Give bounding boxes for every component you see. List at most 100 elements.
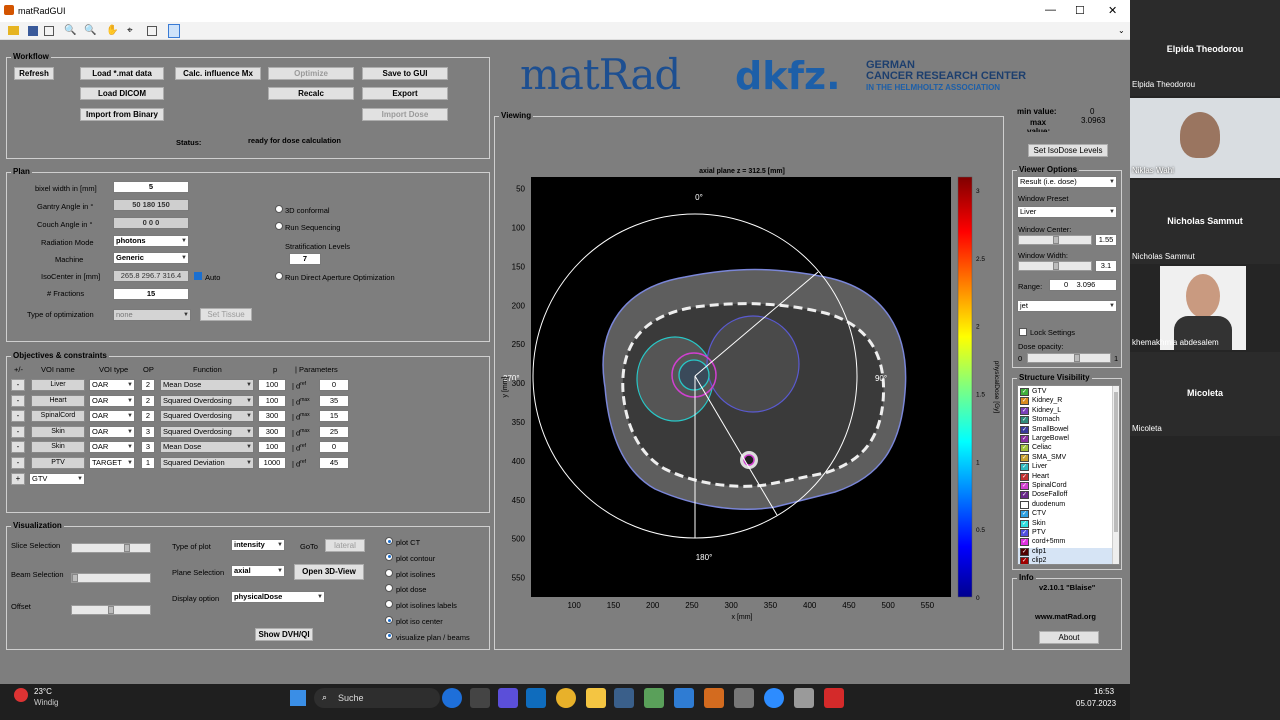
- bixel-input[interactable]: 5: [113, 181, 189, 193]
- structure-scrollbar-thumb[interactable]: [1114, 392, 1118, 532]
- dose-opacity-slider[interactable]: [1027, 353, 1111, 363]
- visualization-radio[interactable]: [385, 616, 393, 624]
- fractions-input[interactable]: 15: [113, 288, 189, 300]
- save-to-gui-button[interactable]: Save to GUI: [362, 67, 448, 80]
- start-icon[interactable]: [290, 690, 306, 706]
- display-option-select[interactable]: physicalDose ▼: [231, 591, 325, 603]
- window-width-slider[interactable]: [1018, 261, 1092, 271]
- sequencing-radio[interactable]: [275, 222, 283, 230]
- remove-objective-button[interactable]: -: [11, 425, 25, 438]
- auto-checkbox[interactable]: [194, 272, 202, 280]
- structure-checkbox[interactable]: ✓: [1020, 529, 1029, 537]
- objective-type-select[interactable]: OAR ▼: [89, 394, 135, 407]
- teams-icon[interactable]: [498, 688, 518, 708]
- window-preset-select[interactable]: Liver ▼: [1017, 206, 1117, 218]
- visualization-radio[interactable]: [385, 537, 393, 545]
- structure-checkbox[interactable]: ✓: [1020, 510, 1029, 519]
- couch-input[interactable]: 0 0 0: [113, 217, 189, 229]
- colormap-select[interactable]: jet ▼: [1017, 300, 1117, 312]
- calc-influence-button[interactable]: Calc. influence Mx: [175, 67, 261, 80]
- set-isodose-button[interactable]: Set IsoDose Levels: [1028, 144, 1108, 157]
- range-input[interactable]: 0 3.096: [1049, 279, 1117, 291]
- import-dose-button[interactable]: Import Dose: [362, 108, 448, 121]
- objective-op-input[interactable]: 3: [141, 425, 155, 438]
- type-plot-select[interactable]: intensity ▼: [231, 539, 285, 551]
- weather-icon[interactable]: [14, 688, 28, 702]
- structure-item[interactable]: ✓ clip1: [1018, 547, 1114, 557]
- zoom-in-icon[interactable]: 🔍: [64, 25, 76, 36]
- app-icon-1[interactable]: [614, 688, 634, 708]
- print-icon[interactable]: [44, 26, 54, 36]
- objective-p-input[interactable]: 300: [258, 425, 286, 438]
- objective-type-select[interactable]: TARGET ▼: [89, 456, 135, 469]
- set-tissue-button[interactable]: Set Tissue: [200, 308, 252, 321]
- dose-plot[interactable]: axial plane z = 312.5 [mm] 0° 90° 180° 2…: [495, 117, 1003, 649]
- window-icon[interactable]: [168, 24, 180, 38]
- structure-checkbox[interactable]: ✓: [1020, 500, 1029, 509]
- outlook-icon[interactable]: [526, 688, 546, 708]
- structure-checkbox[interactable]: ✓: [1020, 388, 1029, 396]
- structure-item[interactable]: ✓ SMA_SMV: [1018, 453, 1114, 463]
- objective-function-select[interactable]: Squared Deviation ▼: [160, 456, 254, 469]
- visualization-radio[interactable]: [385, 584, 393, 593]
- objective-op-input[interactable]: 2: [141, 410, 155, 422]
- vscode-icon[interactable]: [674, 688, 694, 708]
- daopt-radio[interactable]: [275, 272, 283, 280]
- structure-item[interactable]: ✓ Kidney_R: [1018, 397, 1114, 406]
- close-button[interactable]: ✕: [1108, 4, 1117, 17]
- offset-slider[interactable]: [71, 605, 151, 615]
- remove-objective-button[interactable]: -: [11, 456, 25, 469]
- about-button[interactable]: About: [1039, 631, 1099, 644]
- structure-item[interactable]: ✓ SmallBowel: [1018, 425, 1114, 435]
- structure-item[interactable]: ✓ DoseFalloff: [1018, 491, 1114, 500]
- export-button[interactable]: Export: [362, 87, 448, 100]
- window-center-knob[interactable]: [1053, 236, 1059, 244]
- structure-checkbox[interactable]: ✓: [1020, 547, 1029, 556]
- visualization-radio[interactable]: [385, 631, 393, 640]
- plane-select[interactable]: axial ▼: [231, 565, 285, 577]
- task-view-icon[interactable]: [470, 688, 490, 708]
- lock-settings-checkbox[interactable]: [1019, 328, 1027, 336]
- data-cursor-icon[interactable]: ⌖: [127, 25, 133, 36]
- structure-item[interactable]: ✓ GTV: [1018, 388, 1114, 397]
- acrobat-icon[interactable]: [824, 688, 844, 708]
- app-icon-4[interactable]: [794, 688, 814, 708]
- structure-item[interactable]: ✓ duodenum: [1018, 500, 1114, 510]
- structure-checkbox[interactable]: ✓: [1020, 463, 1029, 472]
- window-width-input[interactable]: 3.1: [1095, 260, 1117, 272]
- structure-checkbox[interactable]: ✓: [1020, 425, 1029, 434]
- objective-param-input[interactable]: 35: [319, 394, 349, 407]
- structure-checkbox[interactable]: ✓: [1020, 416, 1029, 425]
- structure-checkbox[interactable]: ✓: [1020, 482, 1029, 490]
- objective-param-input[interactable]: 15: [319, 410, 349, 422]
- beam-slider-knob[interactable]: [72, 574, 78, 582]
- objective-op-input[interactable]: 2: [141, 394, 155, 407]
- objective-function-select[interactable]: Mean Dose ▼: [160, 441, 254, 453]
- objective-p-input[interactable]: 300: [258, 410, 286, 422]
- app-icon-3[interactable]: [734, 688, 754, 708]
- dose-opacity-knob[interactable]: [1074, 354, 1080, 362]
- structure-checkbox[interactable]: ✓: [1020, 397, 1029, 406]
- remove-objective-button[interactable]: -: [11, 379, 25, 391]
- objective-op-input[interactable]: 3: [141, 441, 155, 453]
- structure-item[interactable]: ✓ Liver: [1018, 463, 1114, 472]
- structure-checkbox[interactable]: ✓: [1020, 538, 1029, 547]
- optimize-button[interactable]: Optimize: [268, 67, 354, 80]
- visualization-radio[interactable]: [385, 552, 393, 561]
- structure-item[interactable]: ✓ Heart: [1018, 472, 1114, 482]
- slice-slider[interactable]: [71, 543, 151, 553]
- objective-param-input[interactable]: 0: [319, 441, 349, 453]
- objective-type-select[interactable]: OAR ▼: [89, 425, 135, 438]
- structure-checkbox[interactable]: ✓: [1020, 557, 1029, 564]
- slice-slider-knob[interactable]: [124, 544, 130, 552]
- objective-param-input[interactable]: 45: [319, 456, 349, 469]
- offset-slider-knob[interactable]: [108, 606, 114, 614]
- result-select[interactable]: Result (i.e. dose) ▼: [1017, 176, 1117, 188]
- open-file-icon[interactable]: [8, 26, 19, 35]
- maximize-button[interactable]: ☐: [1075, 4, 1085, 17]
- load-dicom-button[interactable]: Load DICOM: [80, 87, 164, 100]
- optimization-select[interactable]: none ▼: [113, 309, 191, 321]
- visualization-radio[interactable]: [385, 568, 393, 577]
- taskbar-search[interactable]: ⌕ Suche: [314, 688, 440, 708]
- objective-function-select[interactable]: Squared Overdosing ▼: [160, 394, 254, 407]
